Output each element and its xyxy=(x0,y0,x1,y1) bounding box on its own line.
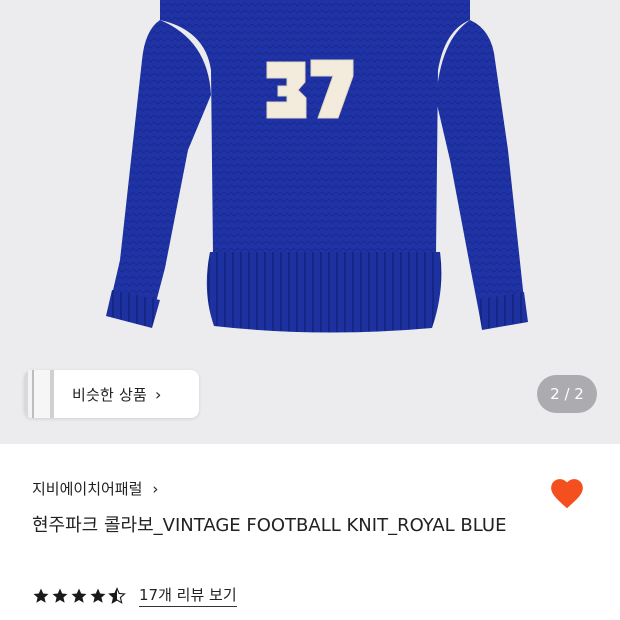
product-title: 현주파크 콜라보_VINTAGE FOOTBALL KNIT_ROYAL BLU… xyxy=(32,515,507,536)
product-image-area[interactable]: 비슷한 상품 › 2 / 2 xyxy=(0,0,620,444)
star-icon xyxy=(33,588,49,603)
heart-icon[interactable] xyxy=(548,475,586,513)
brand-link[interactable]: 지비에이치어패럴 › xyxy=(32,478,158,499)
chevron-right-icon: › xyxy=(154,384,162,404)
reviews-link[interactable]: 17개 리뷰 보기 xyxy=(139,584,237,607)
image-pager: 2 / 2 xyxy=(537,375,597,413)
star-icon xyxy=(52,588,68,603)
star-rating xyxy=(32,586,127,605)
similar-products-label: 비슷한 상품 xyxy=(72,385,147,404)
brand-name: 지비에이치어패럴 xyxy=(32,480,143,498)
similar-product-thumbnail xyxy=(24,370,54,418)
half-star-icon xyxy=(108,586,126,604)
star-icon xyxy=(90,588,106,603)
rating-row: 17개 리뷰 보기 xyxy=(32,584,237,607)
chevron-right-icon: › xyxy=(152,479,159,498)
star-icon xyxy=(71,588,87,603)
similar-products-button[interactable]: 비슷한 상품 › xyxy=(24,370,199,418)
